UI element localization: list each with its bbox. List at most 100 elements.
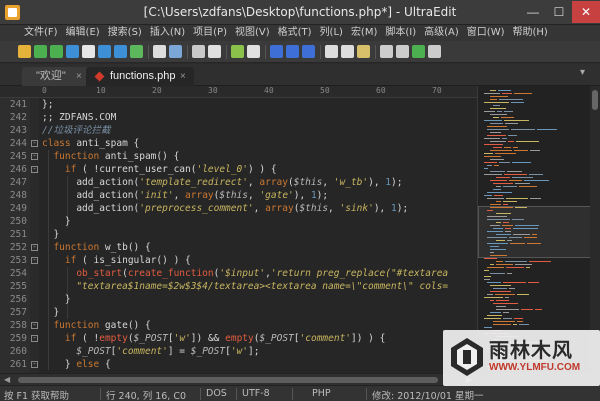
code-line[interactable]: 256 } — [0, 293, 477, 306]
hex-mode-icon[interactable] — [247, 45, 260, 58]
fold-toggle-icon[interactable]: - — [31, 140, 38, 147]
horizontal-scrollbar[interactable]: ◀ ▶ — [0, 373, 477, 385]
fold-toggle-icon[interactable]: - — [31, 153, 38, 160]
fold-toggle-icon[interactable]: - — [31, 257, 38, 264]
back-arrow-icon[interactable] — [34, 45, 47, 58]
code-line[interactable]: 251 } — [0, 228, 477, 241]
code-line[interactable]: 248 add_action('init', array($this, 'gat… — [0, 189, 477, 202]
fold-toggle-icon[interactable]: - — [31, 166, 38, 173]
menu-view[interactable]: 视图(V) — [231, 25, 274, 41]
menu-format[interactable]: 格式(T) — [274, 25, 316, 41]
code-text: if ( !empty($_POST['w']) && empty($_POST… — [42, 333, 386, 344]
code-line[interactable]: 257 } — [0, 306, 477, 319]
minimap-line — [493, 105, 500, 106]
open-file-icon[interactable] — [66, 45, 79, 58]
minimap-line — [496, 186, 501, 187]
minimap-viewport[interactable] — [478, 206, 590, 258]
minimap-line — [490, 300, 494, 301]
scroll-left-icon[interactable]: ◀ — [4, 375, 10, 384]
list-icon[interactable] — [208, 45, 221, 58]
fold-toggle-icon[interactable]: - — [31, 361, 38, 368]
tab-close-icon[interactable]: × — [180, 67, 186, 86]
code-line[interactable]: 244- class anti_spam { — [0, 137, 477, 150]
maximize-button[interactable]: ☐ — [546, 1, 572, 23]
minimap-line — [487, 129, 509, 130]
vertical-scroll-thumb[interactable] — [592, 90, 598, 110]
status-position[interactable]: 行 240, 列 16, C0 — [106, 388, 186, 401]
code-line[interactable]: 254 ob_start(create_function('$input','r… — [0, 267, 477, 280]
menu-script[interactable]: 脚本(I) — [381, 25, 420, 41]
menu-edit[interactable]: 编辑(E) — [62, 25, 104, 41]
menu-insert[interactable]: 插入(N) — [146, 25, 189, 41]
tab-list-dropdown-icon[interactable]: ▾ — [580, 67, 585, 78]
code-line[interactable]: 246- if ( !current_user_can('level_0') )… — [0, 163, 477, 176]
word-wrap-icon[interactable] — [428, 45, 441, 58]
menu-project[interactable]: 项目(P) — [189, 25, 231, 41]
code-line[interactable]: 253- if ( is_singular() ) { — [0, 254, 477, 267]
minimap-line — [529, 261, 551, 262]
find-in-files-icon[interactable] — [302, 45, 315, 58]
status-line-ending[interactable]: DOS — [206, 388, 227, 399]
menu-macro[interactable]: 宏(M) — [347, 25, 381, 41]
minimap-line — [487, 192, 512, 193]
minimize-button[interactable]: — — [520, 1, 546, 23]
menu-advanced[interactable]: 高级(A) — [420, 25, 463, 41]
menu-help[interactable]: 帮助(H) — [509, 25, 552, 41]
menu-column[interactable]: 列(L) — [316, 25, 347, 41]
undo-icon[interactable] — [380, 45, 393, 58]
copy-icon[interactable] — [341, 45, 354, 58]
code-line[interactable]: 242 ;; ZDFANS.COM — [0, 111, 477, 124]
close-button[interactable]: ✕ — [572, 1, 600, 23]
code-editor[interactable]: 241}; 242;; ZDFANS.COM 243//垃圾评论拦截 244- clas… — [0, 98, 477, 373]
code-line[interactable]: 259- if ( !empty($_POST['w']) && empty($… — [0, 332, 477, 345]
forward-arrow-icon[interactable] — [50, 45, 63, 58]
status-syntax[interactable]: PHP — [312, 388, 331, 399]
menu-search[interactable]: 搜索(S) — [104, 25, 146, 41]
line-number: 248 — [9, 190, 27, 201]
find-icon[interactable] — [270, 45, 283, 58]
minimap-line — [505, 228, 511, 229]
code-line[interactable]: 260 $_POST['comment'] = $_POST['w']; — [0, 345, 477, 358]
minimap-line — [498, 90, 511, 91]
minimap-line — [505, 123, 518, 124]
code-text: ;; ZDFANS.COM — [42, 112, 117, 123]
code-line[interactable]: 255 "textarea$1name=$2w$3$4/textarea><te… — [0, 280, 477, 293]
document-icon[interactable] — [82, 45, 95, 58]
bookmark-icon[interactable] — [231, 45, 244, 58]
code-line[interactable]: 247 add_action('template_redirect', arra… — [0, 176, 477, 189]
fold-toggle-icon[interactable]: - — [31, 335, 38, 342]
menu-window[interactable]: 窗口(W) — [463, 25, 509, 41]
spell-check-icon[interactable] — [412, 45, 425, 58]
fold-toggle-icon[interactable]: - — [31, 244, 38, 251]
fold-toggle-icon[interactable]: - — [31, 322, 38, 329]
cut-icon[interactable] — [325, 45, 338, 58]
redo-icon[interactable] — [396, 45, 409, 58]
code-line[interactable]: 250 } — [0, 215, 477, 228]
tab-welcome[interactable]: "欢迎" × — [22, 67, 92, 86]
code-line[interactable]: 243 //垃圾评论拦截 — [0, 124, 477, 137]
save-all-icon[interactable] — [130, 45, 143, 58]
menu-file[interactable]: 文件(F) — [20, 25, 62, 41]
folder-icon[interactable] — [98, 45, 111, 58]
tab-functions-php[interactable]: functions.php × — [86, 67, 194, 86]
save-icon[interactable] — [114, 45, 127, 58]
page-setup-icon[interactable] — [192, 45, 205, 58]
code-line[interactable]: 258- function gate() { — [0, 319, 477, 332]
code-line[interactable]: 241}; — [0, 98, 477, 111]
code-line[interactable]: 252- function w_tb() { — [0, 241, 477, 254]
code-line[interactable]: 245- function anti_spam() { — [0, 150, 477, 163]
status-encoding[interactable]: UTF-8 — [242, 388, 270, 399]
print-icon[interactable] — [153, 45, 166, 58]
replace-icon[interactable] — [286, 45, 299, 58]
paste-icon[interactable] — [357, 45, 370, 58]
print-preview-icon[interactable] — [169, 45, 182, 58]
minimap-line — [495, 153, 516, 154]
tab-close-icon[interactable]: × — [76, 67, 82, 86]
minimap-line — [496, 240, 505, 241]
horizontal-scroll-thumb[interactable] — [18, 377, 438, 383]
code-line[interactable]: 249 add_action('preprocess_comment', arr… — [0, 202, 477, 215]
code-line[interactable]: 261- } else { — [0, 358, 477, 371]
minimap-line — [484, 168, 488, 169]
code-text: add_action('preprocess_comment', array($… — [42, 203, 409, 214]
new-file-icon[interactable] — [18, 45, 31, 58]
